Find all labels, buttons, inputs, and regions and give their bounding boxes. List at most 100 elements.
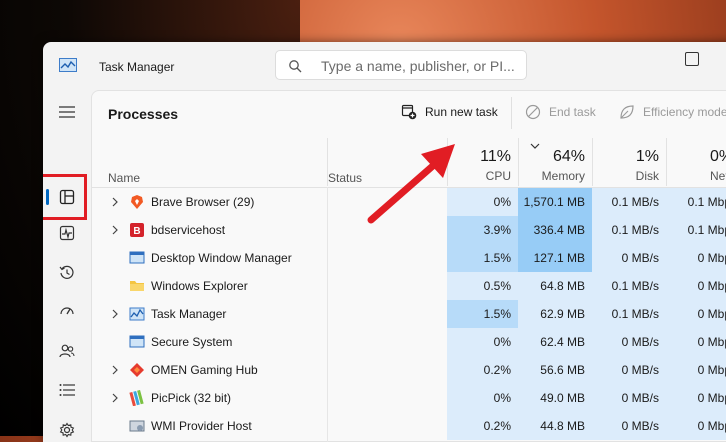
process-name: bdservicehost	[151, 223, 226, 237]
process-disk: 0 MB/s	[592, 384, 666, 412]
task-manager-window: Task Manager Type a name, publisher, or …	[43, 42, 726, 442]
process-network: 0.1 Mbps	[666, 188, 726, 216]
process-network: 0 Mbps	[666, 384, 726, 412]
process-memory: 127.1 MB	[518, 244, 592, 272]
search-placeholder: Type a name, publisher, or PI...	[321, 58, 515, 74]
process-name: WMI Provider Host	[151, 419, 252, 433]
hamburger-menu-button[interactable]	[53, 98, 81, 126]
omen-icon	[130, 363, 144, 377]
process-network: 0 Mbps	[666, 300, 726, 328]
process-cpu: 0.5%	[447, 272, 518, 300]
process-name: OMEN Gaming Hub	[151, 363, 258, 377]
run-new-task-icon	[401, 104, 417, 120]
process-network: 0.1 Mbps	[666, 216, 726, 244]
process-disk: 0.1 MB/s	[592, 300, 666, 328]
efficiency-mode-label: Efficiency mode	[643, 105, 726, 119]
column-header-name[interactable]: Name	[108, 171, 140, 185]
system-icon	[129, 335, 145, 348]
nav-item-services[interactable]	[53, 416, 81, 442]
process-network: 0 Mbps	[666, 328, 726, 356]
hamburger-icon	[59, 106, 75, 118]
column-header-status: Status	[328, 171, 363, 185]
nav-item-details[interactable]	[53, 376, 81, 404]
process-disk: 0.1 MB/s	[592, 272, 666, 300]
process-cpu: 1.5%	[447, 300, 518, 328]
process-memory: 56.6 MB	[518, 356, 592, 384]
process-cpu: 0%	[447, 384, 518, 412]
nav-item-app-history[interactable]	[53, 259, 81, 287]
page-title: Processes	[108, 106, 179, 122]
column-header-network[interactable]: 0% Network	[666, 138, 726, 186]
taskmanager-icon	[129, 307, 145, 321]
title-bar: Task Manager Type a name, publisher, or …	[43, 42, 726, 92]
process-memory: 49.0 MB	[518, 384, 592, 412]
run-new-task-label: Run new task	[425, 105, 498, 119]
memory-label: Memory	[541, 169, 585, 183]
process-cpu: 1.5%	[447, 244, 518, 272]
process-row[interactable]: Task Manager 1.5%62.9 MB0.1 MB/s0 Mbps	[92, 300, 726, 328]
expand-chevron-icon[interactable]	[112, 365, 118, 375]
process-network: 0 Mbps	[666, 244, 726, 272]
dwm-icon	[129, 251, 145, 264]
process-name: PicPick (32 bit)	[151, 391, 232, 405]
process-name: Task Manager	[151, 307, 227, 321]
nav-item-processes[interactable]	[53, 183, 81, 211]
sort-descending-chevron-icon	[530, 143, 540, 149]
task-manager-app-icon	[59, 58, 77, 72]
search-input[interactable]: Type a name, publisher, or PI...	[275, 50, 527, 80]
process-memory: 62.4 MB	[518, 328, 592, 356]
process-network: 0 Mbps	[666, 356, 726, 384]
processes-icon	[59, 189, 75, 205]
search-icon	[289, 60, 302, 73]
run-new-task-button[interactable]: Run new task	[401, 104, 498, 120]
expand-chevron-icon[interactable]	[112, 393, 118, 403]
expand-chevron-icon[interactable]	[112, 225, 118, 235]
red-arrow-annotation	[367, 144, 455, 224]
nav-item-users[interactable]	[53, 337, 81, 365]
process-row[interactable]: OMEN Gaming Hub 0.2%56.6 MB0 MB/s0 Mbps	[92, 356, 726, 384]
process-name: Desktop Window Manager	[151, 251, 292, 265]
efficiency-leaf-icon	[620, 105, 634, 119]
window-title: Task Manager	[99, 60, 175, 74]
toolbar-separator	[511, 97, 512, 129]
column-header-disk[interactable]: 1% Disk	[592, 138, 666, 186]
process-name: Windows Explorer	[151, 279, 248, 293]
end-task-label: End task	[549, 105, 596, 119]
picpick-icon	[129, 390, 144, 406]
nav-item-performance[interactable]	[53, 219, 81, 247]
disk-label: Disk	[635, 169, 659, 183]
end-task-icon	[525, 104, 541, 120]
process-disk: 0 MB/s	[592, 244, 666, 272]
expand-chevron-icon[interactable]	[112, 197, 118, 207]
process-disk: 0 MB/s	[592, 356, 666, 384]
startup-apps-icon	[60, 307, 74, 315]
disk-total-percent: 1%	[635, 148, 659, 165]
navigation-sidebar	[43, 92, 91, 442]
process-disk: 0 MB/s	[592, 328, 666, 356]
process-row[interactable]: Desktop Window Manager 1.5% 127.1 MB 0 MB/s…	[92, 244, 726, 272]
network-label: Network	[710, 169, 726, 183]
process-name: Secure System	[151, 335, 233, 349]
process-row[interactable]: Windows Explorer 0.5%64.8 MB0.1 MB/s0 Mbp…	[92, 272, 726, 300]
app-history-icon	[59, 265, 74, 279]
process-memory: 336.4 MB	[518, 216, 592, 244]
process-memory: 64.8 MB	[518, 272, 592, 300]
brave-icon	[131, 195, 143, 209]
memory-total-percent: 64%	[552, 148, 585, 165]
end-task-button[interactable]: End task	[525, 104, 596, 120]
users-icon	[59, 344, 75, 358]
process-disk: 0.1 MB/s	[592, 216, 666, 244]
process-cpu: 0%	[447, 328, 518, 356]
process-row[interactable]: PicPick (32 bit) 0%49.0 MB0 MB/s0 Mbps	[92, 384, 726, 412]
expand-chevron-icon[interactable]	[112, 309, 118, 319]
process-network: 0 Mbps	[666, 272, 726, 300]
details-icon	[59, 384, 75, 396]
process-row[interactable]: Secure System 0%62.4 MB0 MB/s0 Mbps	[92, 328, 726, 356]
svg-text:B: B	[133, 226, 140, 237]
efficiency-mode-button[interactable]: Efficiency mode	[619, 104, 726, 120]
performance-icon	[59, 225, 75, 241]
wmi-icon	[129, 420, 145, 432]
maximize-button[interactable]	[685, 52, 699, 66]
process-memory: 1,570.1 MB	[518, 188, 592, 216]
nav-item-startup-apps[interactable]	[53, 298, 81, 326]
